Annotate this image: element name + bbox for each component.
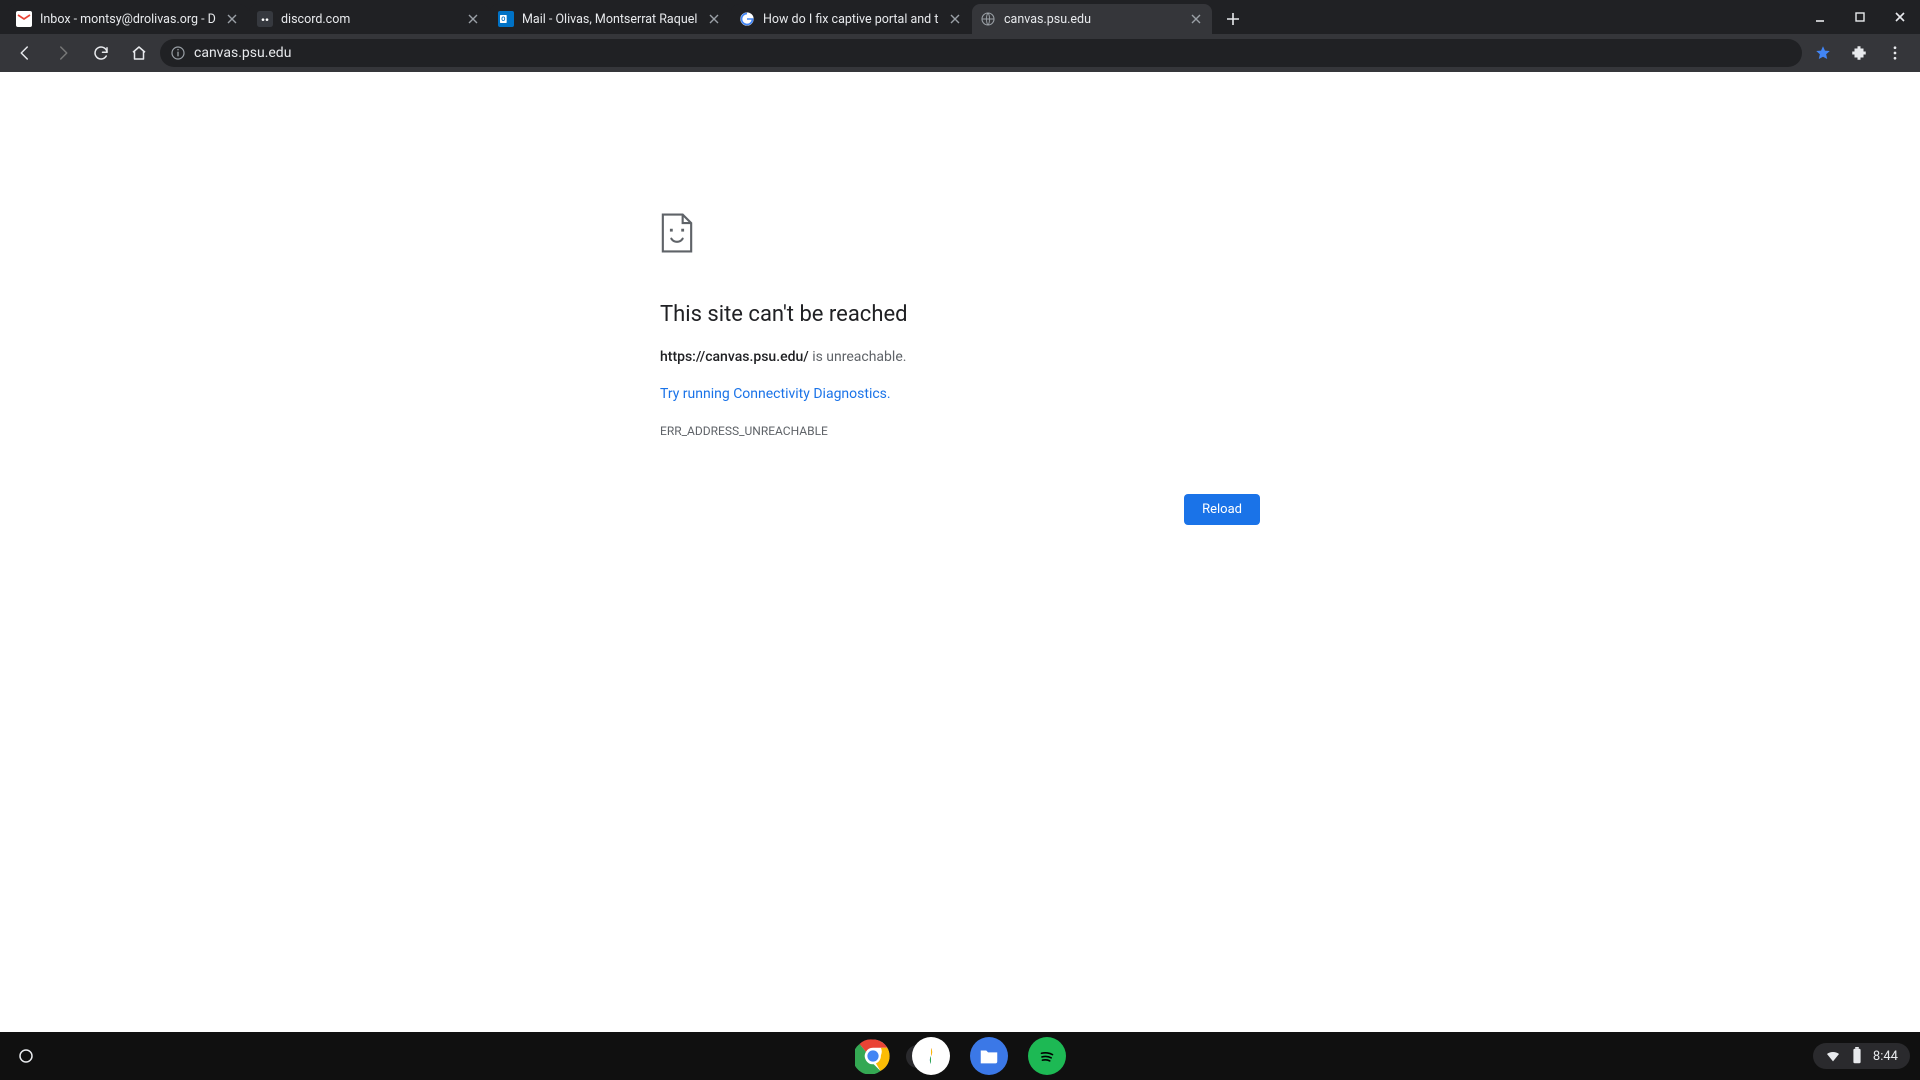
globe-icon [980, 11, 996, 27]
status-tray[interactable]: 8:44 [1813, 1043, 1910, 1069]
close-icon[interactable] [1188, 11, 1204, 27]
tab-title: How do I fix captive portal and t [763, 12, 939, 27]
error-url: https://canvas.psu.edu/ [660, 349, 809, 365]
site-info-icon[interactable] [170, 45, 186, 61]
clock: 8:44 [1873, 1049, 1898, 1064]
reload-button[interactable] [84, 38, 118, 68]
spotify-app-icon[interactable] [1028, 1037, 1066, 1075]
tab-strip: Inbox - montsy@drolivas.org - D discord.… [0, 0, 1920, 34]
url-input[interactable] [194, 45, 1792, 61]
error-title: This site can't be reached [660, 302, 1260, 327]
files-app-icon[interactable] [970, 1037, 1008, 1075]
window-close-button[interactable] [1880, 0, 1920, 34]
gmail-icon [16, 11, 32, 27]
battery-icon [1851, 1047, 1863, 1065]
error-url-tail: is unreachable. [809, 349, 907, 365]
address-bar[interactable] [160, 39, 1802, 67]
svg-text:O: O [501, 16, 505, 23]
tab-google-search[interactable]: How do I fix captive portal and t [731, 4, 971, 34]
chrome-app-icon[interactable] [854, 1037, 892, 1075]
tab-title: canvas.psu.edu [1004, 12, 1180, 27]
tab-gmail[interactable]: Inbox - montsy@drolivas.org - D [8, 4, 248, 34]
close-icon[interactable] [465, 11, 481, 27]
window-controls [1800, 0, 1920, 34]
tab-title: Inbox - montsy@drolivas.org - D [40, 12, 216, 27]
tab-discord[interactable]: discord.com [249, 4, 489, 34]
tab-canvas[interactable]: canvas.psu.edu [972, 4, 1212, 34]
error-pane: This site can't be reached https://canva… [660, 212, 1260, 525]
close-icon[interactable] [224, 11, 240, 27]
window-minimize-button[interactable] [1800, 0, 1840, 34]
page-content: This site can't be reached https://canva… [0, 72, 1920, 1032]
wifi-icon [1825, 1048, 1841, 1064]
browser-toolbar [0, 34, 1920, 72]
back-button[interactable] [8, 38, 42, 68]
browser-menu-icon[interactable] [1878, 38, 1912, 68]
extensions-icon[interactable] [1842, 38, 1876, 68]
connectivity-diagnostics-link[interactable]: Try running Connectivity Diagnostics. [660, 386, 891, 402]
google-icon [739, 11, 755, 27]
tab-title: Mail - Olivas, Montserrat Raquel [522, 12, 698, 27]
reload-page-button[interactable]: Reload [1184, 494, 1260, 525]
close-icon[interactable] [706, 11, 722, 27]
new-tab-button[interactable] [1219, 5, 1247, 33]
error-description: https://canvas.psu.edu/ is unreachable. [660, 349, 1260, 365]
chromeos-shelf: US 8:44 [0, 1032, 1920, 1080]
tab-outlook[interactable]: O Mail - Olivas, Montserrat Raquel [490, 4, 730, 34]
window-maximize-button[interactable] [1840, 0, 1880, 34]
discord-icon [257, 11, 273, 27]
launcher-button[interactable] [10, 1040, 42, 1072]
shelf-pinned-apps [854, 1037, 1066, 1075]
home-button[interactable] [122, 38, 156, 68]
outlook-icon: O [498, 11, 514, 27]
sad-page-icon [660, 212, 1260, 254]
photos-app-icon[interactable] [912, 1037, 950, 1075]
close-icon[interactable] [947, 11, 963, 27]
forward-button[interactable] [46, 38, 80, 68]
error-code: ERR_ADDRESS_UNREACHABLE [660, 424, 1260, 438]
tab-title: discord.com [281, 12, 457, 27]
bookmark-star-icon[interactable] [1806, 38, 1840, 68]
